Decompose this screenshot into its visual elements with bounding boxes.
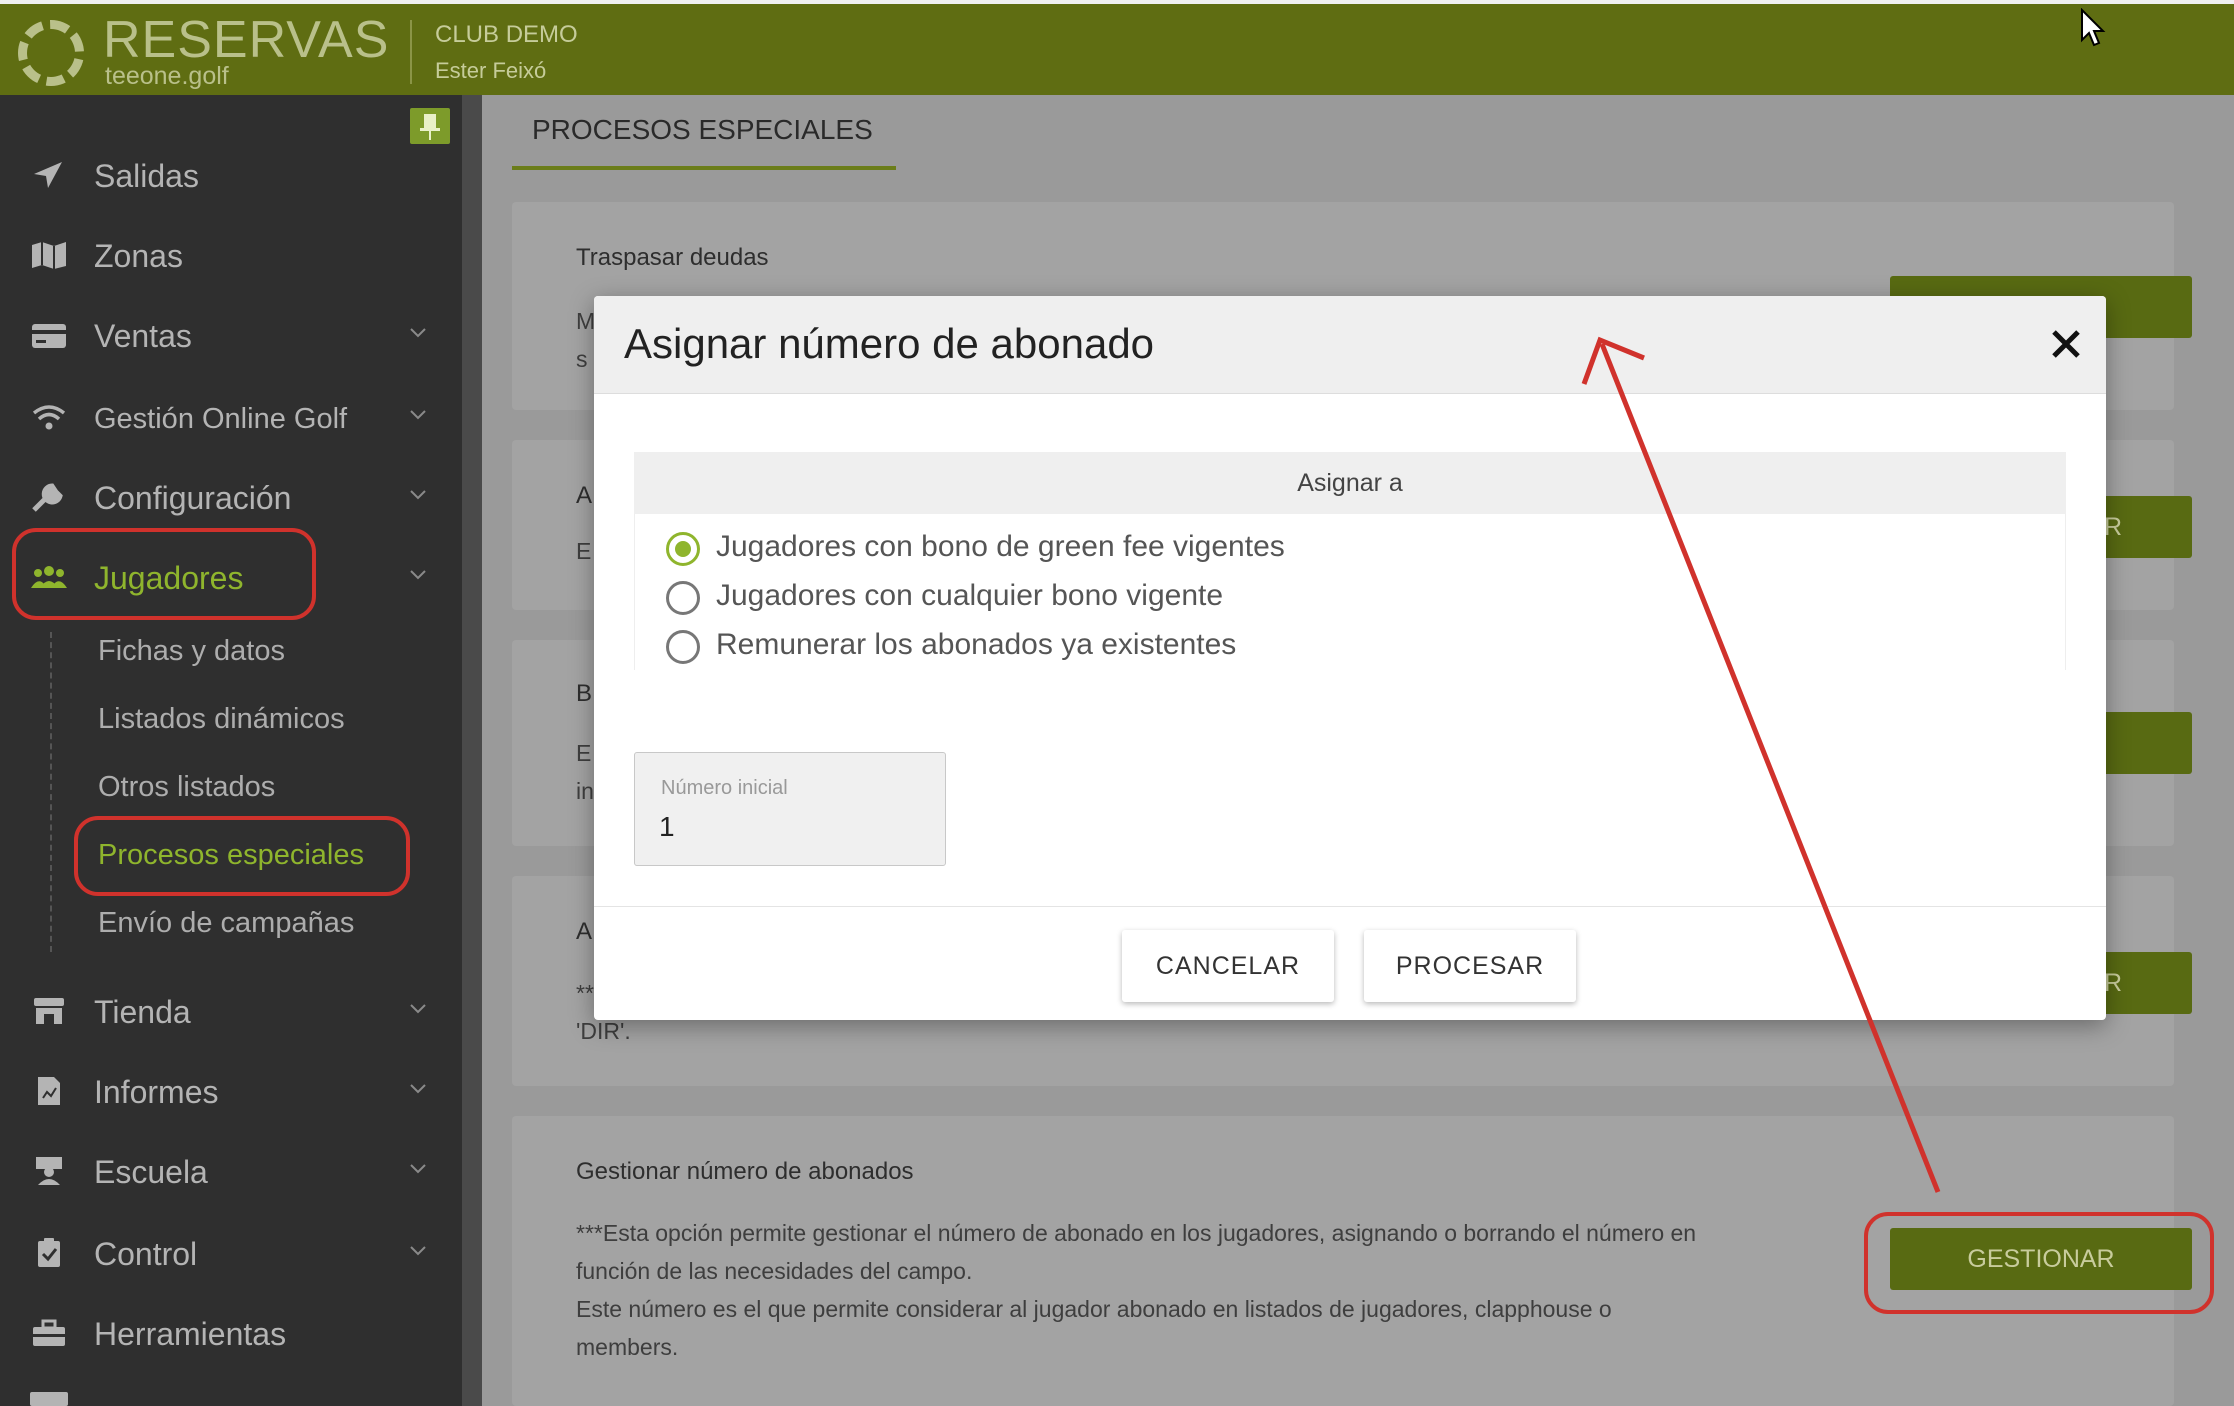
- toolbox-icon: [33, 1319, 65, 1346]
- sidebar-item-zonas[interactable]: Zonas: [0, 226, 462, 286]
- sidebar-scroll-edge: [462, 95, 482, 1406]
- radio-label: Remunerar los abonados ya existentes: [716, 628, 1237, 661]
- pin-sidebar-button[interactable]: [410, 108, 450, 144]
- section-heading: Asignar a: [634, 452, 2066, 514]
- submenu-item-otros-listados[interactable]: Otros listados: [98, 771, 275, 804]
- credit-card-icon: [32, 324, 66, 348]
- card-text-fragment: M: [576, 308, 596, 334]
- store-icon: [34, 998, 64, 1024]
- sidebar-item-label: Gestión Online Golf: [94, 403, 348, 435]
- chevron-down-icon: [410, 1246, 426, 1256]
- highlight-gestionar: [1864, 1212, 2214, 1314]
- sidebar-item-label: Zonas: [94, 238, 183, 274]
- chevron-down-icon: [410, 570, 426, 580]
- tab-procesos-especiales[interactable]: PROCESOS ESPECIALES: [532, 114, 873, 146]
- submenu-item-listados-dinamicos[interactable]: Listados dinámicos: [98, 703, 345, 736]
- highlight-procesos-especiales: [74, 816, 410, 896]
- dialog-header: Asignar número de abonado: [594, 296, 2106, 394]
- topbar-divider: [410, 20, 412, 84]
- button-label-fragment: R: [2104, 513, 2123, 541]
- card-text-fragment: in: [576, 778, 594, 804]
- chevron-down-icon: [410, 490, 426, 500]
- field-label: Número inicial: [661, 777, 788, 799]
- clipboard-icon: [38, 1238, 60, 1267]
- sidebar-item-label: Ventas: [94, 318, 192, 354]
- chevron-down-icon: [410, 328, 426, 338]
- starting-number-field[interactable]: Número inicial: [634, 752, 946, 866]
- sidebar-item-salidas[interactable]: Salidas: [0, 146, 462, 206]
- submenu-item-envio-de-campanas[interactable]: Envío de campañas: [98, 907, 354, 940]
- sidebar-item-label: Tienda: [94, 994, 191, 1030]
- process-button[interactable]: PROCESAR: [1364, 930, 1576, 1002]
- card-description-line: members.: [576, 1334, 679, 1360]
- radio-label: Jugadores con bono de green fee vigentes: [716, 530, 1285, 563]
- card-title: Gestionar número de abonados: [576, 1158, 914, 1185]
- dialog-title: Asignar número de abonado: [624, 320, 1155, 367]
- card-text-fragment: E: [576, 538, 592, 564]
- sidebar-item-label: Herramientas: [94, 1316, 287, 1352]
- radio-button[interactable]: [666, 630, 700, 664]
- sidebar-item-informes[interactable]: Informes: [0, 1062, 462, 1122]
- card-text-fragment: s: [576, 346, 588, 372]
- chevron-down-icon: [410, 410, 426, 420]
- close-icon[interactable]: [2046, 324, 2086, 364]
- sidebar-item-gestion-online-golf[interactable]: Gestión Online Golf: [0, 388, 462, 448]
- card-text-fragment: E: [576, 740, 592, 766]
- teacher-icon: [36, 1157, 62, 1185]
- wifi-icon: [32, 405, 66, 430]
- card-description-line: Este número es el que permite considerar…: [576, 1296, 1612, 1322]
- sidebar-item-configuracion[interactable]: Configuración: [0, 468, 462, 528]
- sidebar-item-control[interactable]: Control: [0, 1224, 462, 1284]
- tab-underline: [512, 166, 896, 170]
- logo-icon: [18, 20, 84, 86]
- logo-subtitle: teeone.golf: [105, 62, 229, 90]
- chevron-down-icon: [410, 1164, 426, 1174]
- sidebar-item-label: Escuela: [94, 1154, 208, 1190]
- card-title-fragment: A: [576, 918, 593, 945]
- sidebar-item-label: Control: [94, 1236, 198, 1272]
- submenu-item-fichas-y-datos[interactable]: Fichas y datos: [98, 635, 285, 668]
- user-name[interactable]: Ester Feixó: [435, 58, 546, 84]
- footer-divider: [594, 906, 2106, 907]
- radio-label: Jugadores con cualquier bono vigente: [716, 579, 1224, 612]
- sidebar: [0, 95, 462, 1406]
- paper-plane-icon: [34, 162, 62, 188]
- sidebar-item-escuela[interactable]: Escuela: [0, 1142, 462, 1202]
- club-name[interactable]: CLUB DEMO: [435, 21, 578, 49]
- mouse-cursor-icon: [2081, 8, 2106, 47]
- sidebar-item-label: Salidas: [94, 158, 199, 194]
- submenu-guide-line: [50, 632, 52, 952]
- chevron-down-icon: [410, 1004, 426, 1014]
- sidebar-item-ventas[interactable]: Ventas: [0, 306, 462, 366]
- sidebar-item-label: Configuración: [94, 480, 292, 516]
- pin-icon: [420, 114, 440, 140]
- chevron-down-icon: [410, 1084, 426, 1094]
- cancel-button[interactable]: CANCELAR: [1122, 930, 1334, 1002]
- card-description-line: ***Esta opción permite gestionar el núme…: [576, 1220, 1697, 1246]
- map-icon: [32, 242, 66, 269]
- highlight-jugadores: [12, 528, 316, 620]
- sidebar-item-partial: [30, 1392, 68, 1406]
- card-title-fragment: A: [576, 482, 593, 509]
- card-title-fragment: B: [576, 680, 593, 707]
- assign-member-number-dialog: Asignar número de abonado Asignar a Juga…: [594, 296, 2106, 1020]
- sidebar-item-herramientas[interactable]: Herramientas: [0, 1304, 462, 1364]
- sidebar-item-tienda[interactable]: Tienda: [0, 982, 462, 1042]
- sidebar-item-label: Informes: [94, 1074, 219, 1110]
- card-text-fragment: **: [576, 980, 594, 1006]
- starting-number-input[interactable]: [659, 807, 919, 847]
- report-icon: [38, 1077, 60, 1105]
- button-label-fragment: R: [2104, 969, 2123, 997]
- radio-button[interactable]: [666, 581, 700, 615]
- logo-title: RESERVAS: [103, 11, 390, 69]
- radio-button[interactable]: [666, 532, 700, 566]
- wrench-icon: [32, 483, 63, 512]
- card-description-line: función de las necesidades del campo.: [576, 1258, 973, 1284]
- card-title: Traspasar deudas: [576, 244, 769, 271]
- top-bar: RESERVAS teeone.golf CLUB DEMO Ester Fei…: [0, 0, 2234, 95]
